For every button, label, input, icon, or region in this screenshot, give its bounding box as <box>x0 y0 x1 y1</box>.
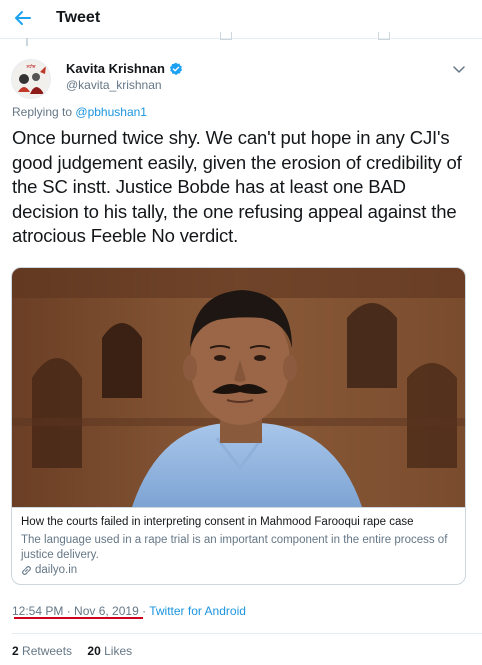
link-icon <box>22 565 31 575</box>
card-domain-text: dailyo.in <box>35 564 78 576</box>
source-link[interactable]: Twitter for Android <box>149 604 246 618</box>
retweets-stat[interactable]: 2 Retweets <box>12 644 72 658</box>
divider <box>12 633 482 634</box>
card-domain: dailyo.in <box>21 564 77 576</box>
link-card[interactable]: How the courts failed in interpreting co… <box>11 267 466 585</box>
author-handle[interactable]: @kavita_krishnan <box>66 78 162 92</box>
photo-of-man-with-mustache <box>12 268 465 507</box>
replying-to-prefix: Replying to <box>12 105 73 119</box>
card-body: How the courts failed in interpreting co… <box>12 507 465 584</box>
arrow-left-icon <box>15 11 31 25</box>
tweet-text: Once burned twice shy. We can't put hope… <box>12 127 462 247</box>
retweets-label: Retweets <box>22 644 73 658</box>
avatar[interactable]: ਸ਼ਹੀਦ <box>11 59 51 99</box>
meta-separator: · <box>138 604 150 618</box>
back-button[interactable] <box>10 6 36 30</box>
likes-count: 20 <box>87 644 101 658</box>
thread-connector-line <box>26 38 28 46</box>
timestamp[interactable]: 12:54 PM · Nov 6, 2019 <box>12 604 139 618</box>
previous-tweet-actions <box>220 32 480 42</box>
tweet-metadata: 12:54 PM · Nov 6, 2019 · Twitter for And… <box>12 604 246 618</box>
chevron-down-icon <box>453 66 465 73</box>
red-annotation-underline <box>14 617 143 619</box>
tweet-stats: 2 Retweets 20 Likes <box>12 644 144 658</box>
verified-badge-icon <box>169 62 183 75</box>
author-name[interactable]: Kavita Krishnan <box>66 61 183 76</box>
replying-to: Replying to @pbhushan1 <box>12 105 147 119</box>
page-title: Tweet <box>56 9 101 26</box>
likes-label: Likes <box>104 644 133 658</box>
card-description: The language used in a rape trial is an … <box>21 534 448 561</box>
replying-to-link[interactable]: @pbhushan1 <box>75 105 147 119</box>
more-options-button[interactable] <box>452 62 466 76</box>
profile-avatar-icon: ਸ਼ਹੀਦ <box>12 60 50 98</box>
svg-text:ਸ਼ਹੀਦ: ਸ਼ਹੀਦ <box>26 64 36 69</box>
author-name-text: Kavita Krishnan <box>66 61 165 76</box>
retweets-count: 2 <box>12 644 19 658</box>
card-title: How the courts failed in interpreting co… <box>21 516 414 528</box>
card-image <box>12 268 465 507</box>
likes-stat[interactable]: 20 Likes <box>87 644 132 658</box>
